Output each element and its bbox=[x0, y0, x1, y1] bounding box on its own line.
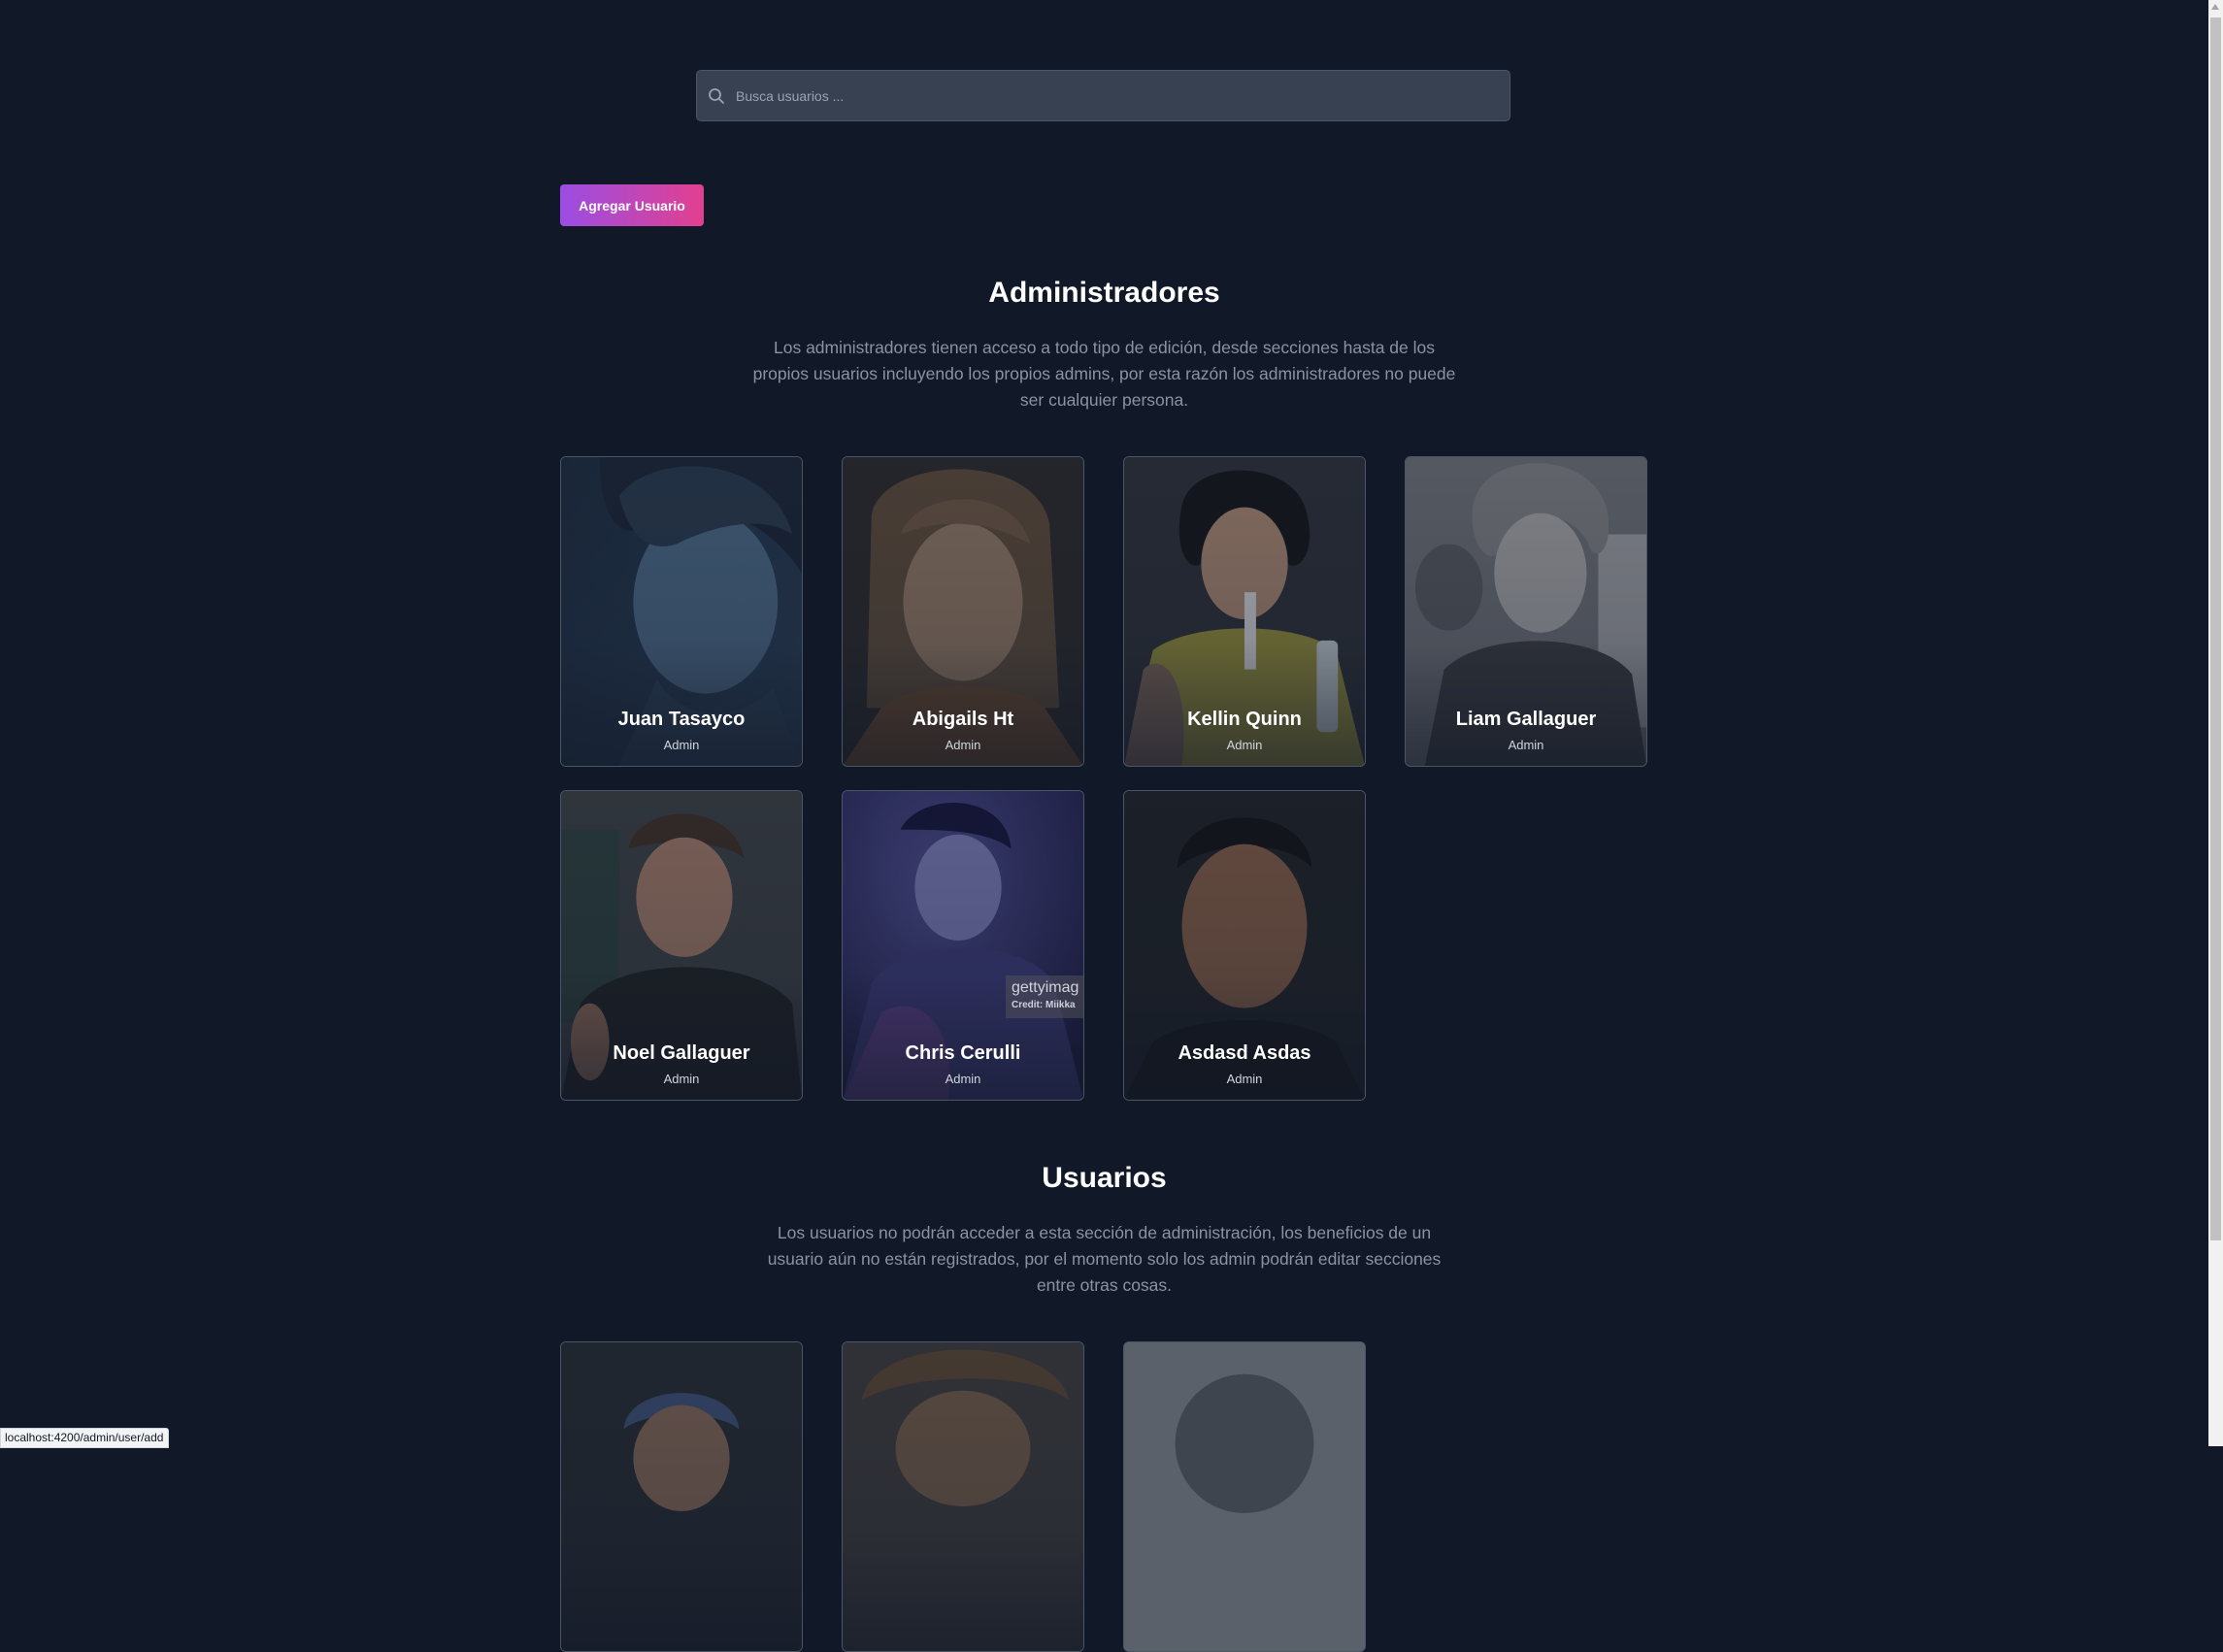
card-overlay bbox=[843, 1342, 1083, 1651]
user-card[interactable]: gettyimag Credit: Miikka Chris Cerulli A… bbox=[842, 790, 1084, 1101]
search-bar[interactable] bbox=[696, 70, 1510, 121]
card-role: Admin bbox=[1508, 738, 1544, 752]
card-name: Noel Gallaguer bbox=[613, 1042, 750, 1064]
admin-users-page: Agregar Usuario Administradores Los admi… bbox=[0, 0, 2208, 1652]
avatar-placeholder-icon bbox=[1124, 1342, 1365, 1651]
card-overlay bbox=[561, 1342, 802, 1651]
card-role: Admin bbox=[663, 1072, 700, 1086]
user-card[interactable]: Asdasd Asdas Admin bbox=[1123, 790, 1366, 1101]
search-icon bbox=[709, 88, 724, 104]
card-name: Abigails Ht bbox=[912, 709, 1014, 730]
users-section-title: Usuarios bbox=[1042, 1162, 1167, 1194]
users-section-description: Los usuarios no podrán acceder a esta se… bbox=[767, 1223, 1442, 1295]
user-card[interactable]: Kellin Quinn Admin bbox=[1123, 456, 1366, 767]
card-role: Admin bbox=[663, 738, 700, 752]
card-name: Chris Cerulli bbox=[905, 1042, 1021, 1064]
user-card[interactable]: Noel Gallaguer Admin bbox=[560, 790, 803, 1101]
card-name: Juan Tasayco bbox=[617, 709, 746, 730]
card-role: Admin bbox=[945, 1072, 981, 1086]
scroll-thumb[interactable] bbox=[2210, 17, 2221, 1240]
scroll-up-arrow-icon[interactable] bbox=[2211, 4, 2219, 10]
user-card[interactable]: Abigails Ht Admin bbox=[842, 456, 1084, 767]
card-name: Asdasd Asdas bbox=[1178, 1042, 1311, 1064]
card-name: Liam Gallaguer bbox=[1455, 709, 1597, 730]
card-role: Admin bbox=[1226, 1072, 1263, 1086]
user-card[interactable] bbox=[842, 1341, 1084, 1652]
card-role: Admin bbox=[945, 738, 981, 752]
admins-section-title: Administradores bbox=[988, 277, 1220, 309]
card-name: Kellin Quinn bbox=[1187, 709, 1302, 730]
status-bar-url: localhost:4200/admin/user/add bbox=[0, 1428, 170, 1448]
add-user-button[interactable]: Agregar Usuario bbox=[560, 184, 704, 226]
user-card[interactable] bbox=[1123, 1341, 1366, 1652]
getty-watermark: gettyimag Credit: Miikka bbox=[1006, 975, 1083, 1018]
user-card[interactable]: Liam Gallaguer Admin bbox=[1405, 456, 1647, 767]
search-input[interactable] bbox=[736, 71, 1493, 120]
watermark-brand: gettyimag bbox=[1012, 979, 1079, 996]
user-card[interactable]: Juan Tasayco Admin bbox=[560, 456, 803, 767]
page-scrollbar[interactable] bbox=[2208, 0, 2223, 1446]
watermark-credit: Credit: Miikka bbox=[1012, 1000, 1076, 1010]
card-role: Admin bbox=[1226, 738, 1263, 752]
user-card[interactable] bbox=[560, 1341, 803, 1652]
admins-section-description: Los administradores tienen acceso a todo… bbox=[752, 338, 1456, 410]
